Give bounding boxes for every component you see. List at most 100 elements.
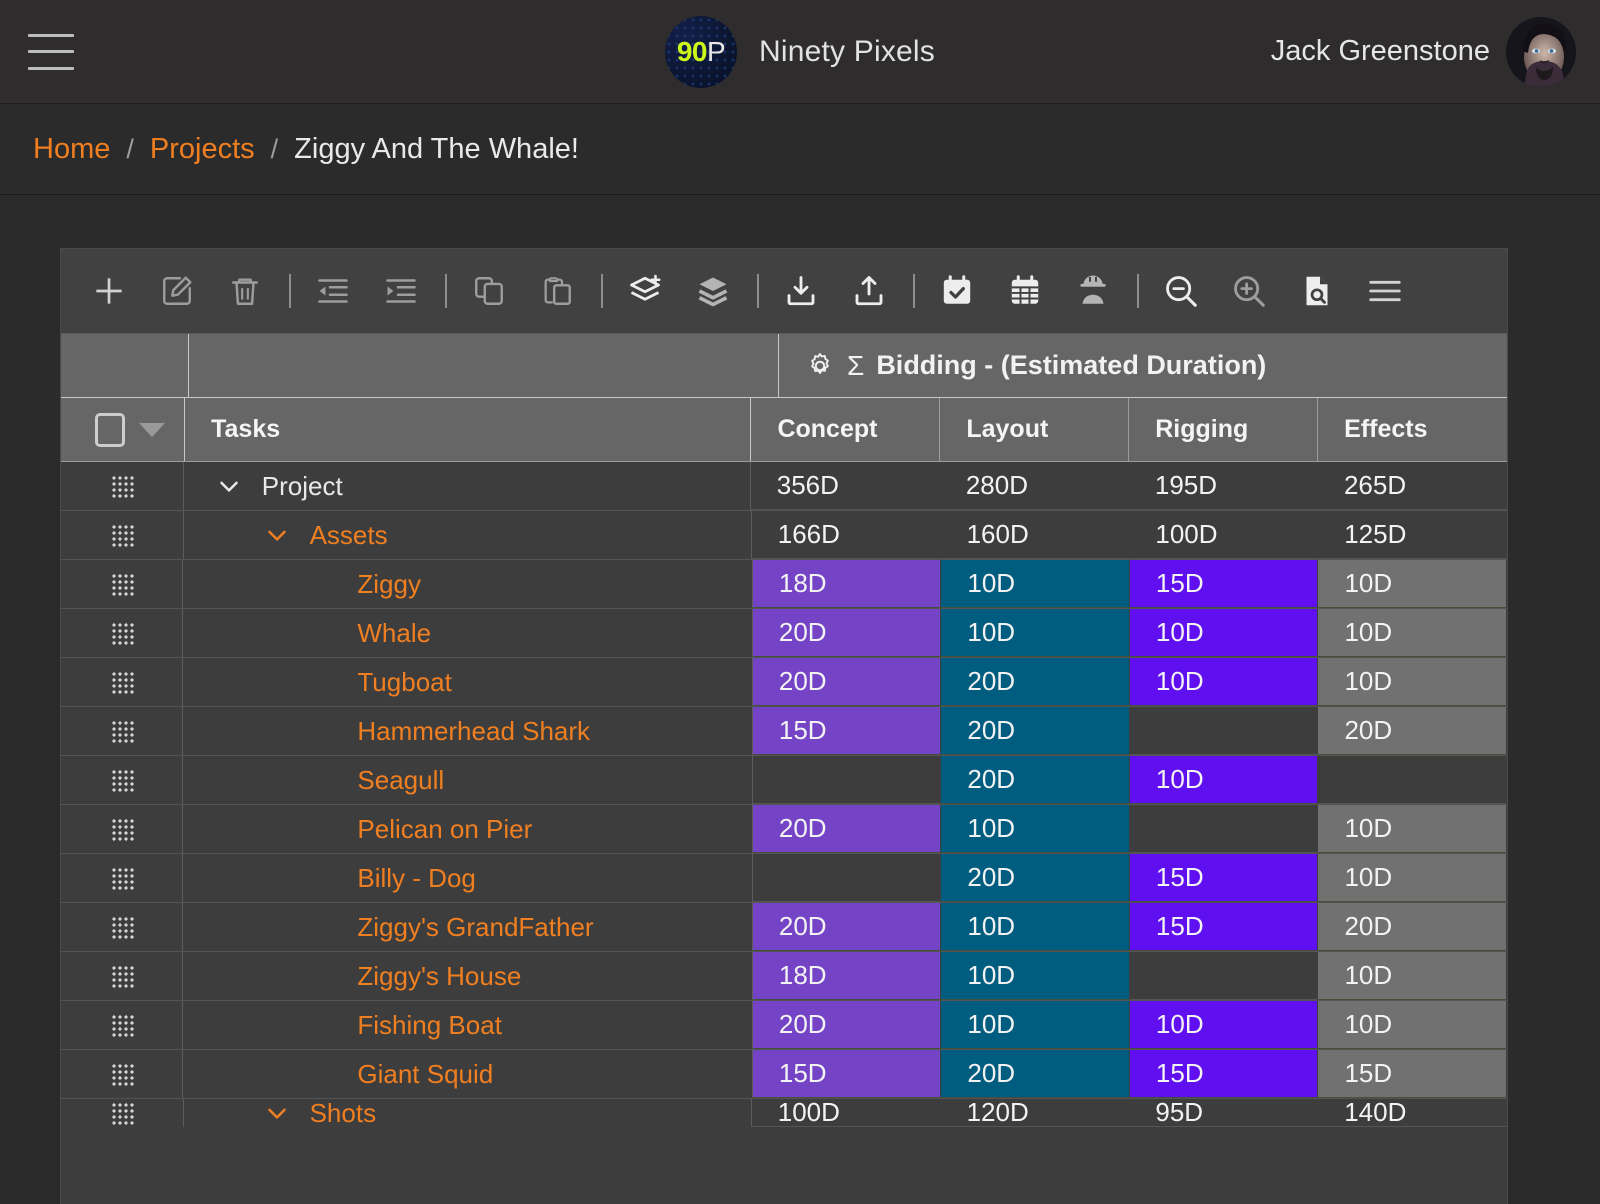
task-name-cell[interactable]: Seagull [183,756,753,804]
task-name-cell[interactable]: Ziggy's GrandFather [183,903,753,951]
add-task-button[interactable] [83,265,135,317]
table-row[interactable]: Fishing Boat 20D 10D 10D 10D [61,1001,1507,1050]
table-row[interactable]: Shots 100D 120D 95D 140D [61,1099,1507,1127]
add-layer-button[interactable] [619,265,671,317]
import-button[interactable] [775,265,827,317]
cell-effects[interactable]: 10D [1318,609,1507,657]
cell-layout[interactable]: 280D [939,462,1129,510]
row-drag-handle[interactable] [61,658,184,706]
cell-effects[interactable]: 125D [1318,511,1507,559]
cell-rigging[interactable]: 100D [1129,511,1319,559]
task-name-cell[interactable]: Ziggy's House [183,952,753,1000]
cell-effects[interactable]: 15D [1318,1050,1507,1098]
column-header-effects[interactable]: Effects [1318,398,1507,461]
cell-layout[interactable]: 10D [941,903,1130,951]
row-drag-handle[interactable] [61,511,184,559]
row-drag-handle[interactable] [61,854,184,902]
breadcrumb-item-home[interactable]: Home [33,133,110,166]
group-header-bidding[interactable]: Σ Bidding - (Estimated Duration) [779,334,1507,397]
task-name-cell[interactable]: Giant Squid [183,1050,753,1098]
cell-layout[interactable]: 20D [941,658,1130,706]
cell-concept[interactable]: 15D [752,707,942,755]
cell-effects[interactable] [1318,756,1507,804]
cell-effects[interactable]: 10D [1318,1001,1507,1049]
cell-rigging[interactable]: 15D [1129,1050,1319,1098]
cell-concept[interactable]: 15D [752,1050,942,1098]
task-name-cell[interactable]: Billy - Dog [183,854,753,902]
chevron-down-icon[interactable] [260,518,294,552]
cell-effects[interactable]: 20D [1318,707,1507,755]
cell-rigging[interactable]: 15D [1129,903,1319,951]
row-drag-handle[interactable] [61,1099,184,1127]
column-header-concept[interactable]: Concept [751,398,941,461]
cell-layout[interactable]: 10D [941,609,1130,657]
column-header-layout[interactable]: Layout [940,398,1130,461]
cell-layout[interactable]: 10D [941,952,1130,1000]
table-row[interactable]: Billy - Dog 20D 15D 10D [61,854,1507,903]
table-row[interactable]: Assets 166D 160D 100D 125D [61,511,1507,560]
cell-concept[interactable]: 20D [752,1001,942,1049]
export-button[interactable] [843,265,895,317]
chevron-down-icon[interactable] [139,422,165,437]
cell-layout[interactable]: 10D [941,1001,1130,1049]
cell-layout[interactable]: 20D [941,854,1130,902]
table-row[interactable]: Tugboat 20D 20D 10D 10D [61,658,1507,707]
task-name-cell[interactable]: Assets [184,511,752,559]
task-name-cell[interactable]: Shots [184,1099,752,1127]
cell-concept[interactable]: 18D [752,952,942,1000]
cell-rigging[interactable] [1129,952,1319,1000]
table-row[interactable]: Pelican on Pier 20D 10D 10D [61,805,1507,854]
cell-layout[interactable]: 120D [940,1099,1130,1127]
table-row[interactable]: Whale 20D 10D 10D 10D [61,609,1507,658]
task-name-cell[interactable]: Fishing Boat [183,1001,753,1049]
row-drag-handle[interactable] [61,560,184,608]
row-drag-handle[interactable] [61,1001,184,1049]
row-drag-handle[interactable] [61,903,184,951]
paste-button[interactable] [531,265,583,317]
chevron-down-icon[interactable] [212,469,246,503]
cell-layout[interactable]: 10D [941,560,1130,608]
cell-rigging[interactable]: 195D [1128,462,1318,510]
cell-layout[interactable]: 20D [941,1050,1130,1098]
row-drag-handle[interactable] [61,462,184,510]
indent-button[interactable] [375,265,427,317]
cell-rigging[interactable]: 15D [1129,560,1319,608]
gear-icon[interactable] [805,351,835,381]
cell-layout[interactable]: 160D [940,511,1130,559]
table-row[interactable]: Giant Squid 15D 20D 15D 15D [61,1050,1507,1099]
cell-concept[interactable]: 356D [750,462,940,510]
row-drag-handle[interactable] [61,756,184,804]
cell-effects[interactable]: 10D [1318,854,1507,902]
row-drag-handle[interactable] [61,707,184,755]
table-row[interactable]: Hammerhead Shark 15D 20D 20D [61,707,1507,756]
cell-concept[interactable]: 166D [751,511,941,559]
cell-concept[interactable]: 20D [752,658,942,706]
cell-rigging[interactable] [1129,707,1319,755]
cell-layout[interactable]: 20D [941,707,1130,755]
copy-button[interactable] [463,265,515,317]
zoom-out-button[interactable] [1155,265,1207,317]
tasks-calendar-button[interactable] [931,265,983,317]
column-header-rigging[interactable]: Rigging [1129,398,1319,461]
cell-effects[interactable]: 20D [1318,903,1507,951]
cell-layout[interactable]: 20D [941,756,1130,804]
user-menu[interactable]: Jack Greenstone [1271,16,1576,87]
task-name-cell[interactable]: Project [184,462,751,510]
column-header-tasks[interactable]: Tasks [185,398,752,461]
select-all-checkbox[interactable] [95,412,125,447]
overflow-menu-button[interactable] [1359,265,1411,317]
table-row[interactable]: Ziggy 18D 10D 15D 10D [61,560,1507,609]
row-drag-handle[interactable] [61,1050,184,1098]
task-name-cell[interactable]: Hammerhead Shark [183,707,753,755]
cell-effects[interactable]: 265D [1317,462,1507,510]
cell-rigging[interactable] [1129,805,1319,853]
table-row[interactable]: Project 356D 280D 195D 265D [61,462,1507,511]
table-row[interactable]: Seagull 20D 10D [61,756,1507,805]
report-button[interactable] [1291,265,1343,317]
task-name-cell[interactable]: Ziggy [183,560,753,608]
task-name-cell[interactable]: Tugboat [183,658,753,706]
cell-rigging[interactable]: 10D [1129,1001,1319,1049]
cell-rigging[interactable]: 95D [1129,1099,1319,1127]
cell-effects[interactable]: 10D [1318,658,1507,706]
cell-rigging[interactable]: 15D [1129,854,1319,902]
